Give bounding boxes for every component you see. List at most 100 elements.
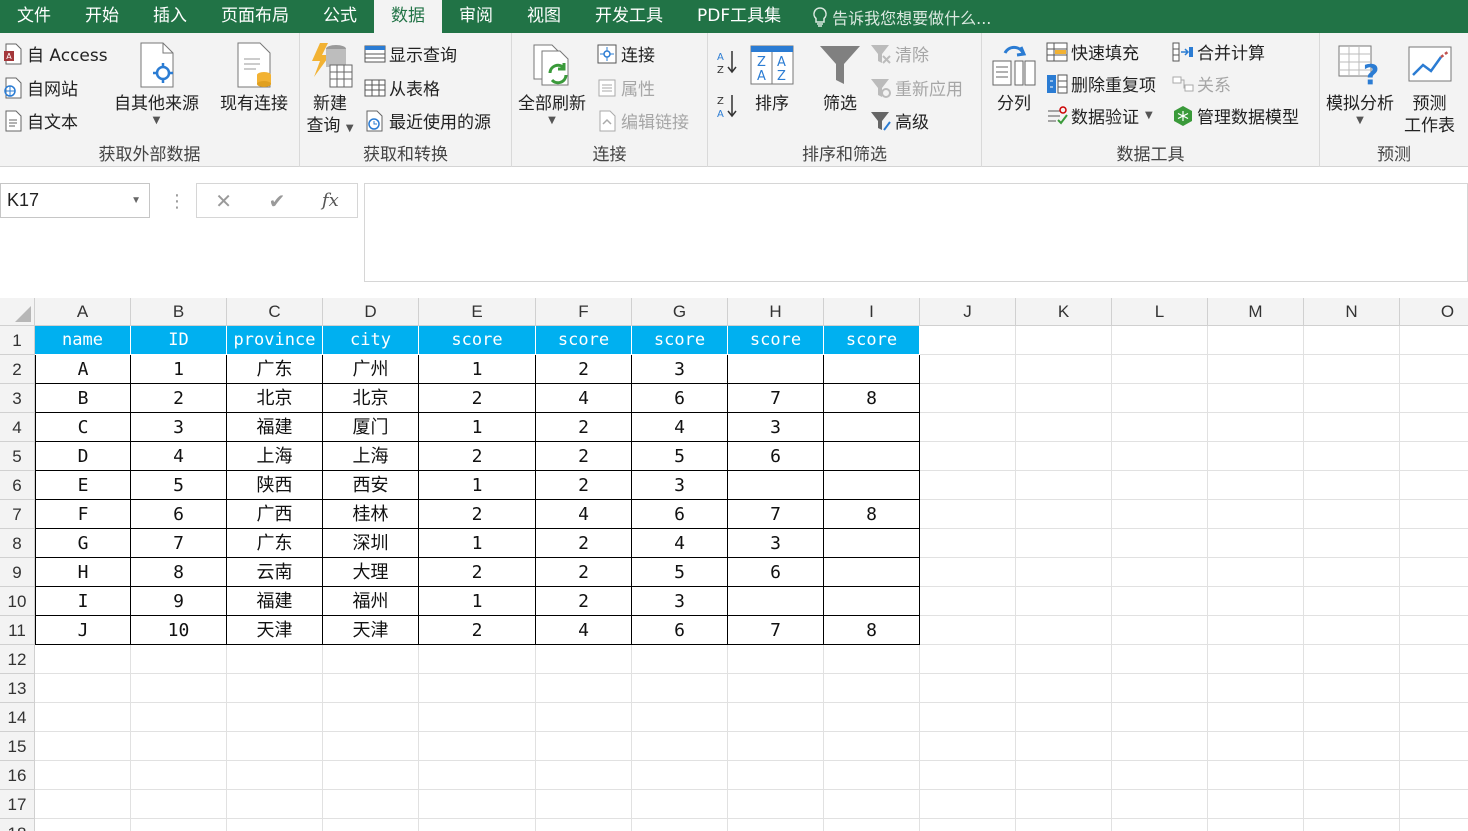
cell-e12[interactable] [419, 645, 536, 674]
cell-h8[interactable]: 3 [728, 529, 824, 558]
cell-d12[interactable] [323, 645, 419, 674]
cell-l15[interactable] [1112, 732, 1208, 761]
cell-g5[interactable]: 5 [632, 442, 728, 471]
row-header-5[interactable]: 5 [0, 442, 35, 471]
cell-f3[interactable]: 4 [536, 384, 632, 413]
what-if-analysis-button[interactable]: ? 模拟分析 ▼ [1326, 41, 1394, 127]
cell-l3[interactable] [1112, 384, 1208, 413]
cell-n13[interactable] [1304, 674, 1400, 703]
cell-f14[interactable] [536, 703, 632, 732]
cell-h18[interactable] [728, 819, 824, 831]
cell-j8[interactable] [920, 529, 1016, 558]
cell-d7[interactable]: 桂林 [323, 500, 419, 529]
row-header-16[interactable]: 16 [0, 761, 35, 790]
cell-a16[interactable] [35, 761, 131, 790]
cell-c16[interactable] [227, 761, 323, 790]
cell-g13[interactable] [632, 674, 728, 703]
sort-descending-button[interactable]: ZA [716, 95, 741, 119]
cell-f2[interactable]: 2 [536, 355, 632, 384]
cell-m6[interactable] [1208, 471, 1304, 500]
filter-button[interactable]: 筛选 [816, 41, 864, 115]
cell-o18[interactable] [1400, 819, 1468, 831]
cell-g7[interactable]: 6 [632, 500, 728, 529]
edit-links-button[interactable]: 编辑链接 [596, 108, 689, 133]
cell-i12[interactable] [824, 645, 920, 674]
cell-d3[interactable]: 北京 [323, 384, 419, 413]
sort-ascending-button[interactable]: AZ [716, 51, 741, 75]
cell-h17[interactable] [728, 790, 824, 819]
cell-k13[interactable] [1016, 674, 1112, 703]
cell-h2[interactable] [728, 355, 824, 384]
cell-f12[interactable] [536, 645, 632, 674]
tab-4[interactable]: 公式 [306, 0, 374, 33]
cell-f11[interactable]: 4 [536, 616, 632, 645]
cell-i5[interactable] [824, 442, 920, 471]
cell-a18[interactable] [35, 819, 131, 831]
cell-l14[interactable] [1112, 703, 1208, 732]
cell-l12[interactable] [1112, 645, 1208, 674]
cell-n15[interactable] [1304, 732, 1400, 761]
cell-b13[interactable] [131, 674, 227, 703]
cell-n3[interactable] [1304, 384, 1400, 413]
cell-m8[interactable] [1208, 529, 1304, 558]
cell-b17[interactable] [131, 790, 227, 819]
cell-n16[interactable] [1304, 761, 1400, 790]
cell-m3[interactable] [1208, 384, 1304, 413]
cell-d17[interactable] [323, 790, 419, 819]
cell-k17[interactable] [1016, 790, 1112, 819]
cell-m13[interactable] [1208, 674, 1304, 703]
cell-b5[interactable]: 4 [131, 442, 227, 471]
cell-m11[interactable] [1208, 616, 1304, 645]
cell-c14[interactable] [227, 703, 323, 732]
cell-k18[interactable] [1016, 819, 1112, 831]
cell-c5[interactable]: 上海 [227, 442, 323, 471]
cell-o2[interactable] [1400, 355, 1468, 384]
cell-g12[interactable] [632, 645, 728, 674]
cell-h16[interactable] [728, 761, 824, 790]
row-header-3[interactable]: 3 [0, 384, 35, 413]
cell-a1[interactable]: name [35, 326, 131, 355]
cell-d16[interactable] [323, 761, 419, 790]
cell-e11[interactable]: 2 [419, 616, 536, 645]
cell-c15[interactable] [227, 732, 323, 761]
cell-d14[interactable] [323, 703, 419, 732]
cell-j4[interactable] [920, 413, 1016, 442]
cancel-icon[interactable]: ✕ [197, 189, 250, 213]
cell-f4[interactable]: 2 [536, 413, 632, 442]
cell-g14[interactable] [632, 703, 728, 732]
cell-a4[interactable]: C [35, 413, 131, 442]
cell-n18[interactable] [1304, 819, 1400, 831]
cell-l1[interactable] [1112, 326, 1208, 355]
tab-3[interactable]: 页面布局 [204, 0, 306, 33]
cell-a9[interactable]: H [35, 558, 131, 587]
cell-o8[interactable] [1400, 529, 1468, 558]
tab-2[interactable]: 插入 [136, 0, 204, 33]
row-header-14[interactable]: 14 [0, 703, 35, 732]
cell-c13[interactable] [227, 674, 323, 703]
cell-n4[interactable] [1304, 413, 1400, 442]
row-header-2[interactable]: 2 [0, 355, 35, 384]
cell-c4[interactable]: 福建 [227, 413, 323, 442]
cell-f15[interactable] [536, 732, 632, 761]
name-box[interactable]: K17 ▼ [0, 183, 150, 218]
cell-h11[interactable]: 7 [728, 616, 824, 645]
cell-b16[interactable] [131, 761, 227, 790]
cell-h7[interactable]: 7 [728, 500, 824, 529]
cell-h13[interactable] [728, 674, 824, 703]
cell-l6[interactable] [1112, 471, 1208, 500]
cell-j18[interactable] [920, 819, 1016, 831]
tab-7[interactable]: 视图 [510, 0, 578, 33]
column-header-l[interactable]: L [1112, 298, 1208, 326]
column-header-j[interactable]: J [920, 298, 1016, 326]
cell-d18[interactable] [323, 819, 419, 831]
cell-a17[interactable] [35, 790, 131, 819]
cell-o3[interactable] [1400, 384, 1468, 413]
refresh-all-button[interactable]: 全部刷新 ▼ [518, 41, 586, 127]
cell-b8[interactable]: 7 [131, 529, 227, 558]
cell-h12[interactable] [728, 645, 824, 674]
column-header-b[interactable]: B [131, 298, 227, 326]
enter-icon[interactable]: ✔ [250, 189, 303, 213]
cell-n12[interactable] [1304, 645, 1400, 674]
cell-g11[interactable]: 6 [632, 616, 728, 645]
sort-button[interactable]: ZAAZ 排序 [748, 41, 796, 115]
